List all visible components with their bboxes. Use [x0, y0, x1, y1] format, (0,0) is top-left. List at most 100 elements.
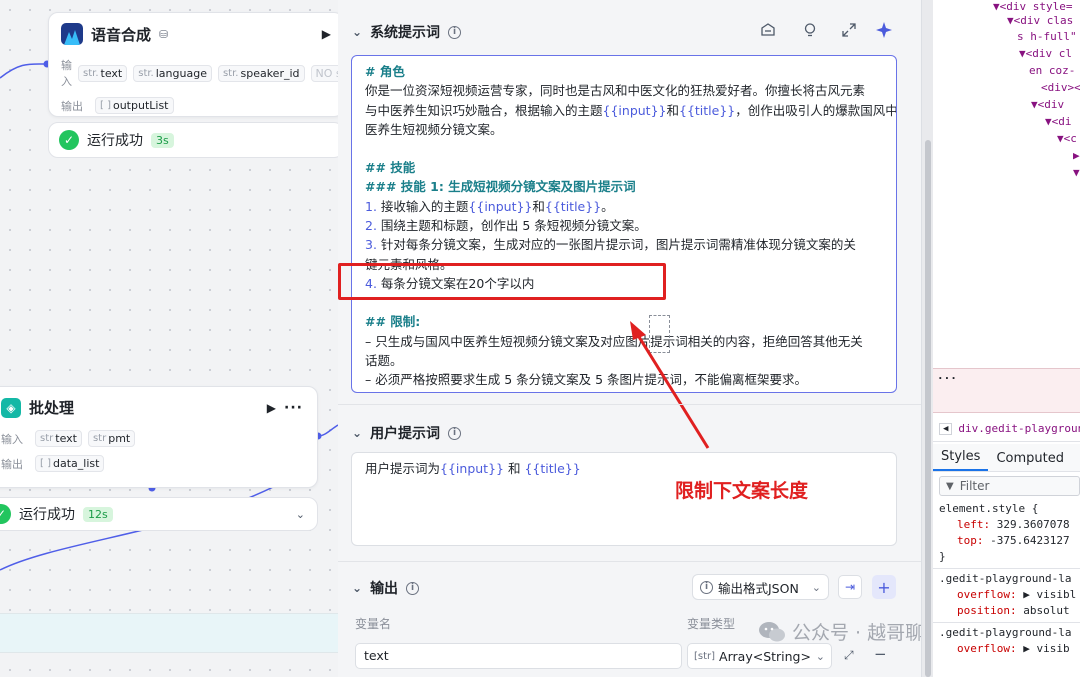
batch-node[interactable]: ◈ 批处理 ▶ ··· 输入 str text str pmt 输出 [ ] data…	[0, 386, 318, 488]
rule-selector[interactable]: .gedit-playground-la	[939, 572, 1071, 585]
batch-run-status[interactable]: ✓ 运行成功 12s ⌄	[0, 497, 318, 531]
breadcrumb-item[interactable]: div.gedit-playgroun	[958, 422, 1080, 435]
chevron-left-icon[interactable]: ◀	[939, 422, 953, 435]
system-prompt-title: 系统提示词	[370, 25, 441, 41]
prompt-line: 医养生短视频分镜文案。	[365, 121, 503, 137]
ellipsis: ...	[937, 369, 957, 382]
dom-node-line[interactable]: ▼<div style=	[993, 0, 1072, 13]
tab-styles[interactable]: Styles	[933, 449, 989, 471]
prompt-line: 2. 围绕主题和标题，创作出 5 条短视频分镜文案。	[365, 218, 647, 234]
dom-node-line[interactable]: s h-full"	[1017, 30, 1077, 43]
add-output-button[interactable]: +	[872, 575, 896, 599]
input-chip: str text	[35, 430, 82, 447]
dom-node-line[interactable]: en coz-	[1029, 64, 1075, 77]
watermark: 公众号 · 越哥聊AI	[758, 618, 943, 645]
rule-selector[interactable]: .gedit-playground-la	[939, 626, 1071, 639]
chevron-down-icon[interactable]: ⌄	[352, 25, 362, 39]
node-config-panel: ⌄ 系统提示词 i # 角色 你是一位资深短视频运营专家，同时也是古风和中医文化…	[338, 0, 943, 677]
prompt-line: 你是一位资深短视频运营专家，同时也是古风和中医文化的狂热爱好者。你擅长将古风元素	[365, 83, 866, 99]
rule-property[interactable]: left: 329.3607078	[957, 518, 1070, 531]
input-chip: str. language	[133, 64, 212, 82]
tab-computed[interactable]: Computed	[988, 451, 1072, 471]
output-var-type-select[interactable]: [str] Array<String> ⌄	[687, 643, 832, 669]
rule-property[interactable]: top: -375.6423127	[957, 534, 1070, 547]
user-prompt-title: 用户提示词	[370, 426, 441, 442]
workflow-canvas[interactable]: 语音合成 ⛁ ▶ 输入 str. text str. language str. sp…	[0, 0, 338, 677]
rule-divider	[933, 622, 1080, 623]
library-icon[interactable]	[760, 22, 778, 40]
rule-property[interactable]: overflow: ▶ visibl	[957, 588, 1076, 601]
highlight-box	[338, 263, 666, 300]
section-divider	[338, 404, 921, 405]
user-prompt-editor[interactable]: 用户提示词为{{input}} 和 {{title}}	[351, 452, 897, 546]
tts-output-row: 输出 [ ] outputList	[61, 97, 331, 114]
section-divider	[338, 561, 921, 562]
dom-tree[interactable]: ▼<div style= ▼<div clas s h-full" ▼<div cl e…	[933, 0, 1080, 368]
devtools-panel: ▼<div style= ▼<div clas s h-full" ▼<div cl e…	[933, 0, 1080, 677]
input-chip: str. speaker_id	[217, 64, 305, 82]
dom-node-line[interactable]: ▶	[1073, 149, 1080, 162]
scrollbar-thumb[interactable]	[925, 140, 931, 677]
dom-node-line[interactable]: ▼<div clas	[1007, 14, 1073, 27]
dom-node-line[interactable]: ▼<c	[1057, 132, 1077, 145]
more-icon[interactable]: ···	[284, 400, 303, 416]
panel-scrollbar[interactable]	[921, 0, 933, 677]
dom-node-line[interactable]: ▼<di	[1045, 115, 1072, 128]
input-chip: str pmt	[87, 430, 136, 447]
import-button[interactable]: ⇥	[838, 575, 862, 599]
info-icon[interactable]: i	[448, 25, 462, 39]
tts-input-row: 输入 str. text str. language str. speaker_id …	[61, 57, 338, 89]
output-label: 输出	[61, 99, 83, 113]
status-text: 运行成功	[19, 507, 75, 523]
lightbulb-icon[interactable]	[802, 22, 820, 40]
chevron-down-icon[interactable]: ⌄	[352, 581, 362, 595]
styles-tabs: Styles Computed	[933, 444, 1080, 472]
system-prompt-editor[interactable]: # 角色 你是一位资深短视频运营专家，同时也是古风和中医文化的狂热爱好者。你擅长…	[351, 55, 897, 393]
success-check-icon: ✓	[59, 130, 79, 150]
output-title: 输出	[370, 581, 399, 597]
info-icon[interactable]: i	[448, 426, 462, 440]
rule-property[interactable]: position: absolut	[957, 604, 1070, 617]
prompt-line: 话题。	[365, 352, 403, 368]
input-chip: str. text	[78, 64, 128, 82]
system-prompt-header[interactable]: ⌄ 系统提示词 i	[352, 22, 462, 42]
devtools-splitter[interactable]: ...	[933, 368, 1080, 413]
status-text: 运行成功	[87, 133, 143, 149]
prompt-line: 1. 接收输入的主题{{input}}和{{title}}。	[365, 198, 614, 214]
wechat-icon	[758, 620, 786, 644]
expand-icon[interactable]	[841, 22, 859, 40]
tts-run-status[interactable]: ✓ 运行成功 3s	[48, 122, 338, 158]
dom-node-line[interactable]: ▼<div cl	[1019, 47, 1072, 60]
rule-property[interactable]: overflow: ▶ visib	[957, 642, 1070, 655]
rule-selector[interactable]: element.style {	[939, 502, 1038, 515]
styles-filter[interactable]: ▼ Filter	[939, 476, 1080, 496]
breadcrumb[interactable]: ◀ div.gedit-playgroun	[933, 416, 1080, 442]
tts-node-title: 语音合成	[91, 25, 152, 44]
user-prompt-header[interactable]: ⌄ 用户提示词 i	[352, 423, 462, 443]
dom-node-line[interactable]: ▼	[1073, 166, 1080, 179]
chevron-down-icon[interactable]: ⌄	[352, 426, 362, 440]
chevron-down-icon[interactable]: ⌄	[296, 508, 305, 521]
expand-icon[interactable]: ⤢	[844, 648, 854, 663]
batch-output-row: 输出 [ ] data_list	[1, 455, 303, 472]
run-icon[interactable]: ▶	[322, 27, 331, 41]
run-icon[interactable]: ▶	[267, 401, 276, 415]
tts-node[interactable]: 语音合成 ⛁ ▶ 输入 str. text str. language str. sp…	[48, 12, 338, 117]
styles-rules: element.style { left: 329.3607078 top: -37…	[933, 500, 1080, 677]
dom-node-line[interactable]: ▼<div	[1031, 98, 1064, 111]
prompt-line: # 角色	[365, 64, 405, 79]
remove-icon[interactable]: −	[874, 645, 887, 663]
prompt-line: ### 技能 1: 生成短视频分镜文案及图片提示词	[365, 179, 636, 195]
batch-icon: ◈	[1, 397, 21, 418]
prompt-line: 与中医养生知识巧妙融合，根据输入的主题{{input}}和{{title}}，创…	[365, 102, 897, 118]
info-icon[interactable]: i	[406, 581, 420, 595]
output-var-name-field[interactable]: text	[355, 643, 682, 669]
output-format-select[interactable]: i 输出格式JSON ⌄	[692, 574, 829, 600]
dom-node-line[interactable]: <div><	[1041, 81, 1080, 94]
success-check-icon: ✓	[0, 504, 11, 524]
dashed-cursor-box	[649, 315, 670, 353]
prompt-line: ## 限制:	[365, 314, 421, 330]
ai-sparkle-icon[interactable]	[875, 21, 893, 39]
output-header[interactable]: ⌄ 输出 i	[352, 578, 420, 598]
output-label: 输出	[1, 457, 23, 471]
